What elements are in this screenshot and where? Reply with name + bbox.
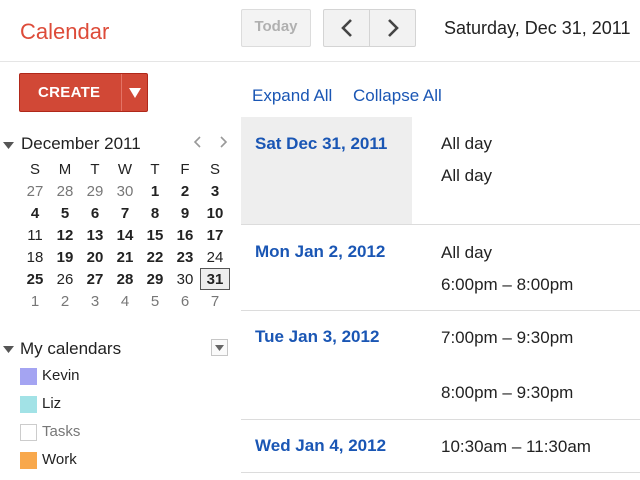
calendar-item-label: Work: [42, 451, 77, 468]
date-cell[interactable]: 15: [140, 224, 170, 246]
collapse-triangle-icon[interactable]: [3, 346, 14, 353]
chevron-left-icon[interactable]: [193, 136, 202, 148]
my-calendars-menu-button[interactable]: [211, 339, 228, 356]
chevron-right-icon[interactable]: [219, 136, 228, 148]
date-cell[interactable]: 17: [200, 224, 230, 246]
calendar-item-label: Kevin: [42, 367, 80, 384]
date-cell[interactable]: 11: [20, 224, 50, 246]
date-cell[interactable]: 30: [110, 180, 140, 202]
weekday-header: F: [180, 160, 190, 178]
app-title[interactable]: Calendar: [20, 19, 109, 45]
agenda-day-row: Mon Jan 2, 2012 All day 6:00pm – 8:00pm: [241, 225, 640, 311]
weekday-header: S: [209, 160, 220, 178]
date-cell[interactable]: 14: [110, 224, 140, 246]
date-cell[interactable]: 30: [170, 268, 200, 290]
collapse-all-link[interactable]: Collapse All: [353, 86, 442, 106]
agenda-event[interactable]: 6:00pm – 8:00pm: [441, 275, 573, 295]
date-cell[interactable]: 8: [140, 202, 170, 224]
mini-calendar-title: December 2011: [21, 134, 141, 153]
weekday-header: M: [58, 160, 72, 178]
today-button[interactable]: Today: [241, 9, 311, 47]
agenda-event[interactable]: All day: [441, 166, 492, 186]
date-cell[interactable]: 28: [110, 268, 140, 290]
agenda-event[interactable]: All day: [441, 134, 492, 154]
my-calendars-title[interactable]: My calendars: [20, 339, 121, 359]
agenda-day-label[interactable]: Wed Jan 4, 2012: [255, 436, 386, 456]
date-cell[interactable]: 27: [80, 268, 110, 290]
agenda-day-row: Wed Jan 4, 2012 10:30am – 11:30am: [241, 420, 640, 473]
calendar-color-swatch[interactable]: [20, 424, 37, 441]
date-cell[interactable]: 3: [80, 290, 110, 312]
selected-date-cell[interactable]: 31: [200, 268, 230, 290]
date-cell[interactable]: 3: [200, 180, 230, 202]
date-cell[interactable]: 2: [50, 290, 80, 312]
weekday-header: T: [150, 160, 160, 178]
date-cell[interactable]: 26: [50, 268, 80, 290]
date-cell[interactable]: 22: [140, 246, 170, 268]
date-cell[interactable]: 29: [80, 180, 110, 202]
date-cell[interactable]: 25: [20, 268, 50, 290]
date-cell[interactable]: 24: [200, 246, 230, 268]
dropdown-arrow-icon[interactable]: [129, 88, 141, 98]
date-cell[interactable]: 7: [200, 290, 230, 312]
chevron-left-icon: [340, 19, 352, 37]
date-cell[interactable]: 12: [50, 224, 80, 246]
date-cell[interactable]: 28: [50, 180, 80, 202]
calendar-color-swatch[interactable]: [20, 368, 37, 385]
date-cell[interactable]: 13: [80, 224, 110, 246]
date-cell[interactable]: 27: [20, 180, 50, 202]
date-cell[interactable]: 19: [50, 246, 80, 268]
date-cell[interactable]: 18: [20, 246, 50, 268]
calendar-item-label: Tasks: [42, 423, 81, 440]
date-cell[interactable]: 6: [170, 290, 200, 312]
header-divider: [0, 61, 640, 62]
date-cell[interactable]: 1: [20, 290, 50, 312]
agenda-day-label[interactable]: Tue Jan 3, 2012: [255, 327, 379, 347]
calendar-item-label: Liz: [42, 395, 62, 412]
calendar-color-swatch[interactable]: [20, 396, 37, 413]
next-period-button[interactable]: [369, 9, 416, 47]
current-date-label: Saturday, Dec 31, 2011: [444, 18, 631, 38]
date-cell[interactable]: 2: [170, 180, 200, 202]
date-cell[interactable]: 5: [50, 202, 80, 224]
create-button[interactable]: CREATE: [19, 73, 148, 112]
date-cell[interactable]: 4: [20, 202, 50, 224]
agenda-day-row: Tue Jan 3, 2012 7:00pm – 9:30pm 8:00pm – 9…: [241, 311, 640, 420]
date-cell[interactable]: 4: [110, 290, 140, 312]
date-cell[interactable]: 29: [140, 268, 170, 290]
agenda-day-label[interactable]: Sat Dec 31, 2011: [255, 134, 387, 154]
date-cell[interactable]: 16: [170, 224, 200, 246]
agenda-event[interactable]: 7:00pm – 9:30pm: [441, 328, 573, 348]
date-cell[interactable]: 10: [200, 202, 230, 224]
create-label: CREATE: [38, 84, 101, 101]
date-cell[interactable]: 20: [80, 246, 110, 268]
agenda-event[interactable]: 10:30am – 11:30am: [441, 437, 591, 457]
chevron-down-icon: [215, 344, 224, 351]
weekday-header: W: [117, 160, 133, 178]
collapse-triangle-icon[interactable]: [3, 142, 14, 149]
today-label: Today: [254, 17, 298, 35]
date-cell[interactable]: 1: [140, 180, 170, 202]
weekday-header: S: [29, 160, 40, 178]
chevron-right-icon: [387, 19, 399, 37]
create-divider: [121, 74, 122, 111]
previous-period-button[interactable]: [323, 9, 370, 47]
agenda-day-row: Sat Dec 31, 2011 All day All day: [241, 117, 640, 225]
agenda-event[interactable]: 8:00pm – 9:30pm: [441, 383, 573, 403]
date-cell[interactable]: 6: [80, 202, 110, 224]
calendar-color-swatch[interactable]: [20, 452, 37, 469]
date-cell[interactable]: 23: [170, 246, 200, 268]
date-cell[interactable]: 21: [110, 246, 140, 268]
date-cell[interactable]: 7: [110, 202, 140, 224]
date-cell[interactable]: 9: [170, 202, 200, 224]
expand-all-link[interactable]: Expand All: [252, 86, 332, 106]
weekday-header: T: [90, 160, 100, 178]
agenda-event[interactable]: All day: [441, 243, 492, 263]
agenda-day-label[interactable]: Mon Jan 2, 2012: [255, 242, 385, 262]
date-cell[interactable]: 5: [140, 290, 170, 312]
